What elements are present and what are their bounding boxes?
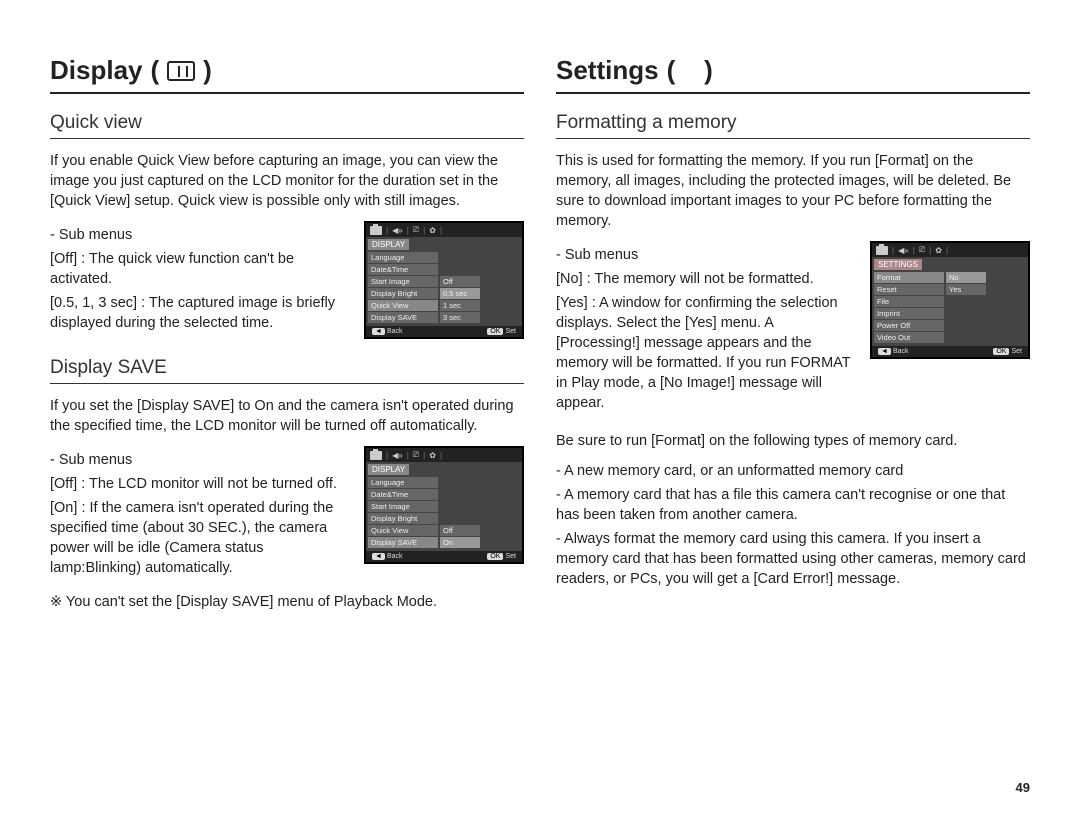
submenu-item: [Off] : The quick view function can't be…: [50, 249, 352, 289]
submenu-item: [No] : The memory will not be formatted.: [556, 269, 858, 289]
left-column: Display ( ) Quick view If you enable Qui…: [50, 55, 524, 610]
camera-icon: [370, 226, 382, 235]
sound-icon: ◀»: [392, 226, 403, 235]
lcd-screenshot-quick-view: |◀»|⎚|✿| DISPLAY Language Date&Time Star…: [364, 221, 524, 339]
lcd-screenshot-settings-format: |◀»|⎚|✿| SETTINGS FormatNo ResetYes File…: [870, 241, 1030, 359]
sound-icon: ◀»: [392, 451, 403, 460]
camera-icon: [370, 451, 382, 460]
submenus-label: - Sub menus: [50, 450, 352, 470]
formatting-bullet: - A new memory card, or an unformatted m…: [556, 461, 1030, 481]
submenu-item: [Off] : The LCD monitor will not be turn…: [50, 474, 352, 494]
monitor-icon: [167, 61, 195, 81]
submenu-item: [On] : If the camera isn't operated duri…: [50, 498, 352, 578]
formatting-bullet: - Always format the memory card using th…: [556, 529, 1030, 589]
camera-icon: [876, 246, 888, 255]
formatting-paragraph: This is used for formatting the memory. …: [556, 151, 1030, 231]
quick-view-paragraph: If you enable Quick View before capturin…: [50, 151, 524, 211]
formatting-bullet: - A memory card that has a ﬁle this came…: [556, 485, 1030, 525]
display-icon: ⎚: [919, 245, 925, 255]
lcd-screenshot-display-save: |◀»|⎚|✿| DISPLAY Language Date&Time Star…: [364, 446, 524, 564]
gear-icon: ✿: [429, 226, 436, 235]
chapter-title: Settings: [556, 55, 659, 86]
submenus-label: - Sub menus: [50, 225, 352, 245]
display-icon: ⎚: [413, 450, 419, 460]
display-save-paragraph: If you set the [Display SAVE] to On and …: [50, 396, 524, 436]
gear-icon: ✿: [935, 246, 942, 255]
section-heading-quick-view: Quick view: [50, 112, 524, 139]
section-heading-display-save: Display SAVE: [50, 357, 524, 384]
sound-icon: ◀»: [898, 246, 909, 255]
submenus-label: - Sub menus: [556, 245, 858, 265]
section-heading-formatting: Formatting a memory: [556, 112, 1030, 139]
chapter-heading-settings: Settings ( ): [556, 55, 1030, 94]
display-save-note: ※ You can't set the [Display SAVE] menu …: [50, 594, 524, 610]
gear-icon: ✿: [429, 451, 436, 460]
display-icon: ⎚: [413, 225, 419, 235]
submenu-item: [Yes] : A window for conﬁrming the selec…: [556, 293, 858, 413]
submenu-item: [0.5, 1, 3 sec] : The captured image is …: [50, 293, 352, 333]
formatting-after-text: Be sure to run [Format] on the following…: [556, 431, 1030, 451]
chapter-title: Display: [50, 55, 143, 86]
chapter-heading-display: Display ( ): [50, 55, 524, 94]
page-number: 49: [1016, 780, 1030, 795]
right-column: Settings ( ) Formatting a memory This is…: [556, 55, 1030, 610]
